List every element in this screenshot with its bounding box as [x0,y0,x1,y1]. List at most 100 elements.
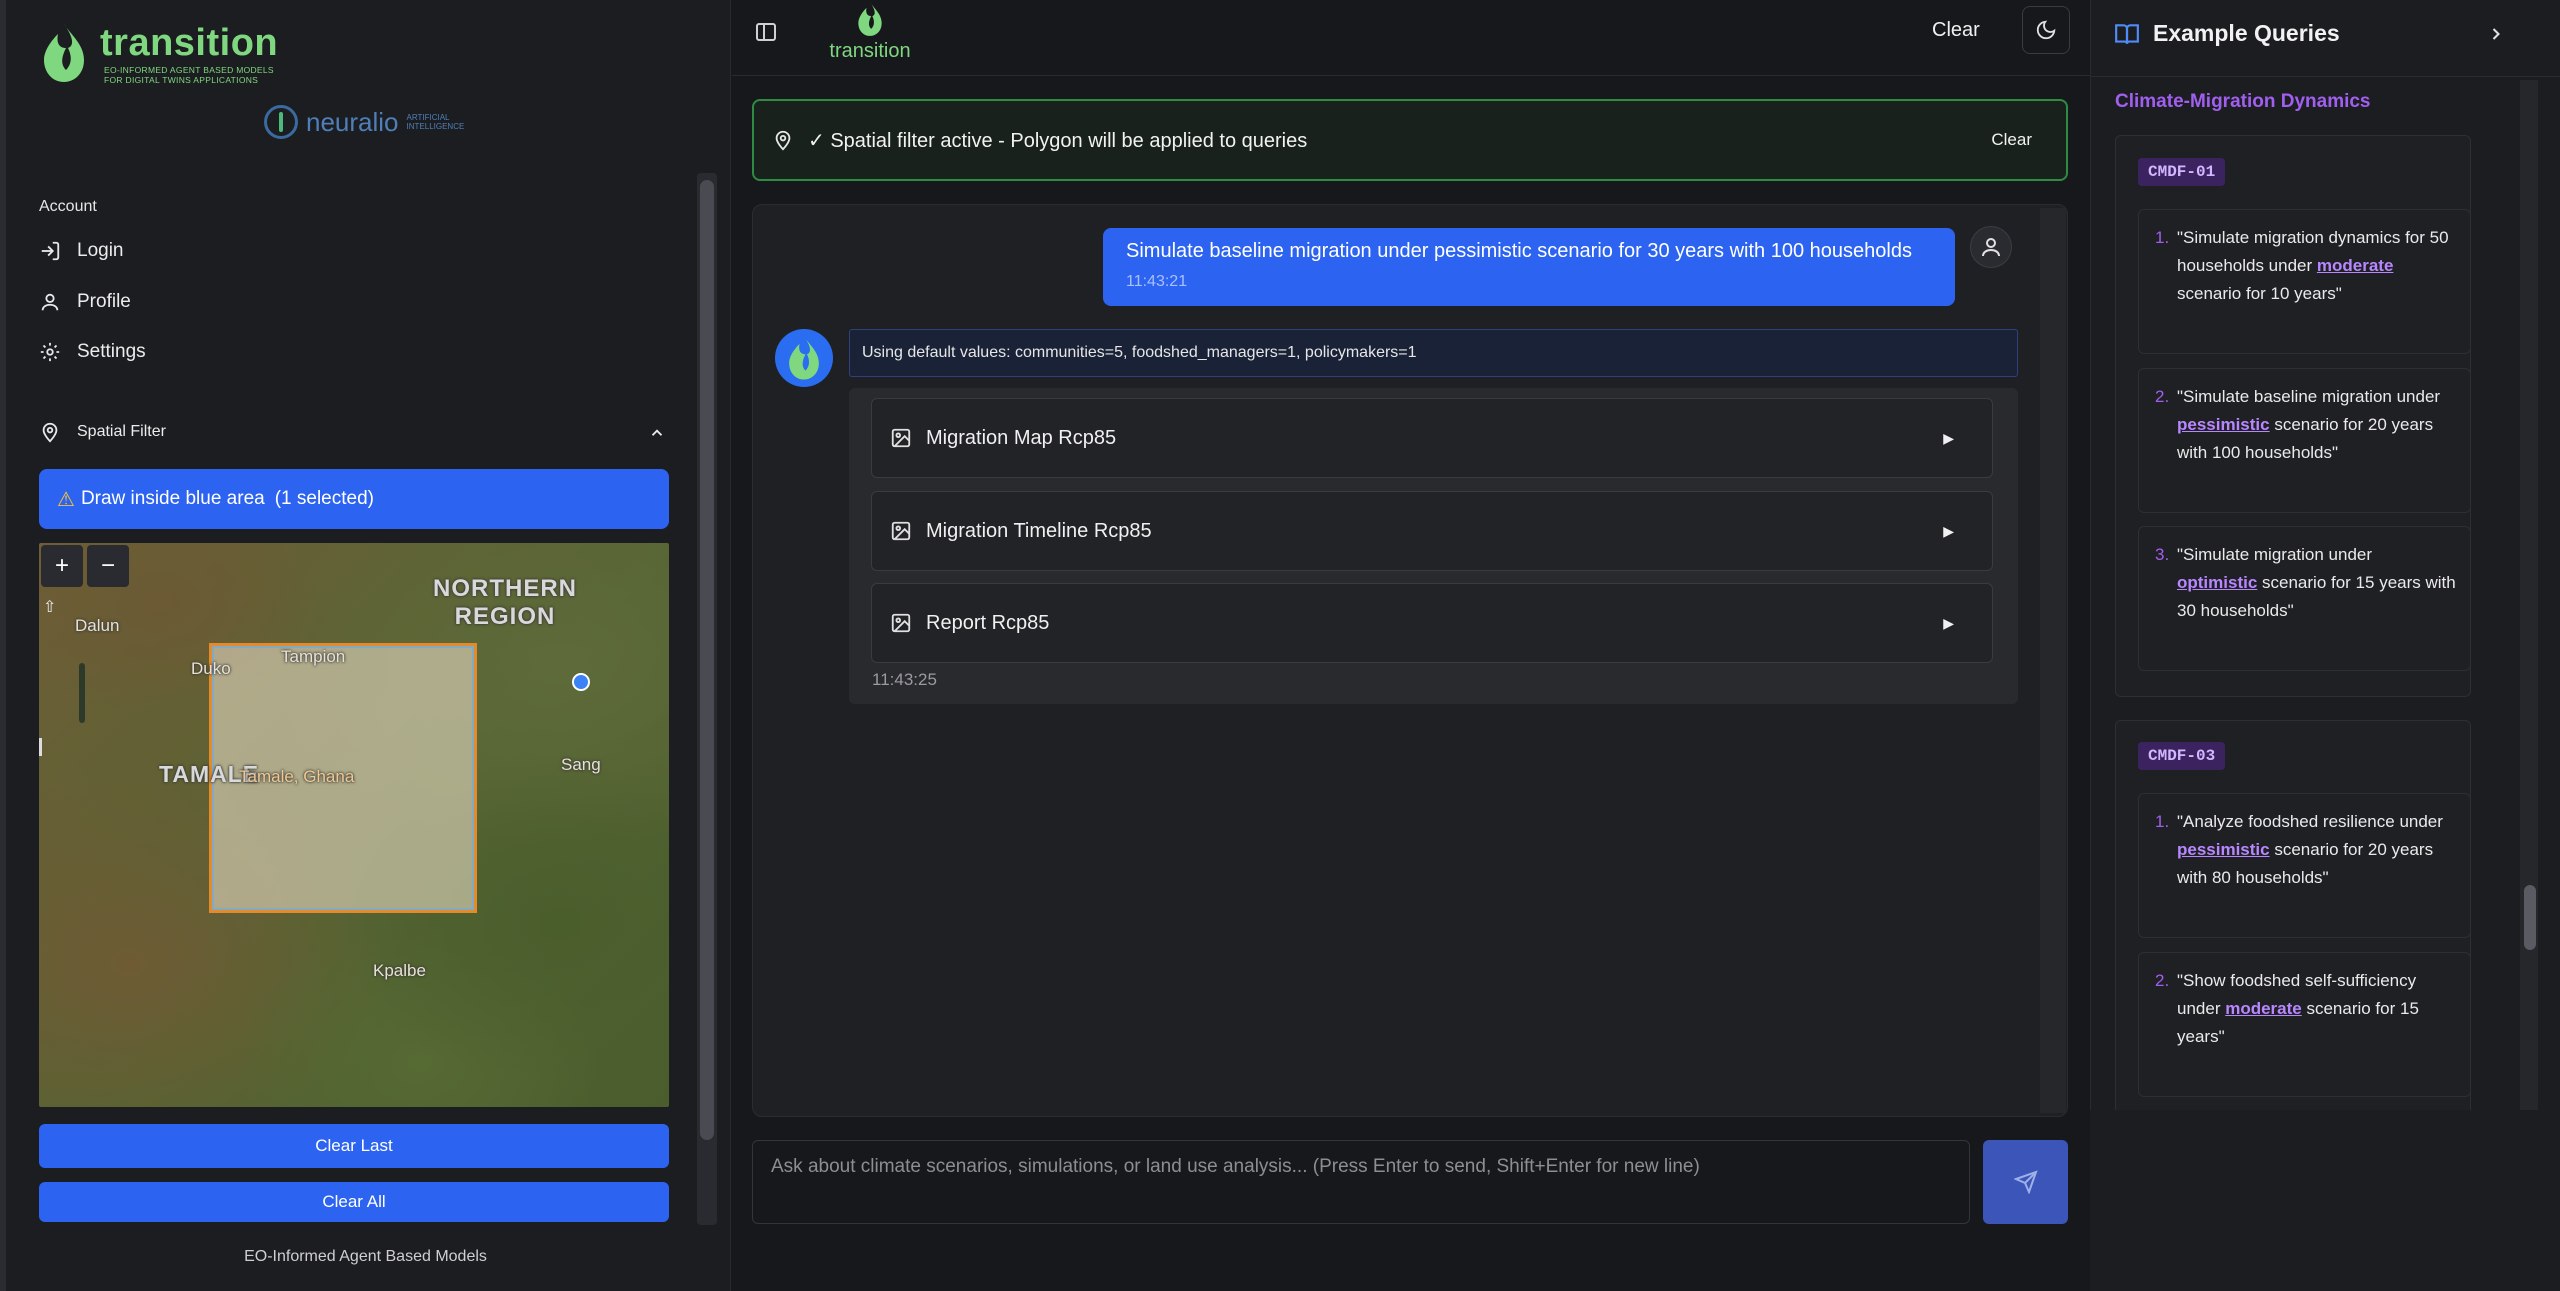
send-icon [2013,1170,2038,1194]
query-scenario: optimistic [2177,573,2258,592]
assistant-logo-icon [789,336,819,380]
example-query[interactable]: 2. "Show foodshed self-sufficiency under… [2138,952,2471,1097]
moon-icon [2036,20,2056,40]
query-text: scenario for 10 years" [2177,284,2342,303]
sidebar-scroll-thumb[interactable] [700,180,714,1140]
user-icon [1982,238,2000,257]
transition-logo-icon [44,24,84,82]
account-section-title: Account [39,198,97,215]
sidebar-item-label: Login [77,240,124,261]
result-migration-map[interactable]: Migration Map Rcp85 ▶ [871,398,1993,478]
user-message-text: Simulate baseline migration under pessim… [1126,240,1912,262]
partner-subtitle-line1: ARTIFICIAL [406,113,450,122]
zoom-controls: + − [41,545,129,587]
query-number: 3. [2155,545,2170,564]
query-scenario: pessimistic [2177,840,2270,859]
example-query[interactable]: 1. "Simulate migration dynamics for 50 h… [2138,209,2471,354]
top-bar [732,0,2090,76]
group-badge: CMDF-03 [2138,742,2226,770]
sidebar-item-label: Profile [77,291,131,312]
panel-bottom-fill [2090,1110,2520,1291]
result-label: Migration Timeline Rcp85 [926,519,1152,542]
header-logo: transition [820,0,920,66]
expand-icon: ▶ [1943,614,1954,631]
spatial-filter-header[interactable]: Spatial Filter [39,421,166,443]
sidebar-item-settings[interactable]: Settings [39,341,146,363]
header-logo-icon [858,2,882,36]
neuralio-logo: neuralio ARTIFICIAL INTELLIGENCE [264,105,464,139]
spatial-filter-map[interactable]: + − ⇧ NORTHERN REGION Dalun Tampion Duko… [39,543,669,1107]
chevron-up-icon[interactable] [648,424,666,442]
partner-name: neuralio [306,106,399,137]
clear-all-button[interactable]: Clear All [39,1182,669,1222]
brand-subtitle: EO-INFORMED AGENT BASED MODELS FOR DIGIT… [104,65,274,85]
query-scenario: pessimistic [2177,415,2270,434]
partner-subtitle: ARTIFICIAL INTELLIGENCE [407,113,465,131]
panel-scrollbar[interactable] [2520,80,2538,1110]
example-query[interactable]: 3. "Simulate migration under optimistic … [2138,526,2471,671]
selected-count: (1 selected) [274,488,374,509]
result-migration-timeline[interactable]: Migration Timeline Rcp85 ▶ [871,491,1993,571]
chat-input[interactable]: Ask about climate scenarios, simulations… [752,1140,1970,1224]
panel-divider [2090,76,2560,77]
clear-chat-button[interactable]: Clear [1932,19,1980,42]
image-icon [891,521,911,541]
warning-text: Draw inside blue area [80,488,265,509]
sidebar-item-profile[interactable]: Profile [39,291,131,313]
zoom-in-button[interactable]: + [41,545,83,587]
spatial-filter-status-text: ✓ Spatial filter active - Polygon will b… [808,129,1308,152]
map-label-duko: Duko [191,659,231,678]
assistant-avatar [775,329,833,387]
warning-icon: ⚠ [57,488,75,511]
query-text: "Simulate migration dynamics for 50 hous… [2177,228,2449,275]
sidebar-item-login[interactable]: Login [39,240,124,262]
map-label-line: NORTHERN [433,575,577,602]
chat-scrollbar[interactable] [2040,208,2066,1113]
image-icon [891,428,911,448]
result-report[interactable]: Report Rcp85 ▶ [871,583,1993,663]
spatial-filter-title: Spatial Filter [77,423,166,440]
user-message: Simulate baseline migration under pessim… [1103,228,1955,306]
book-icon [2115,24,2139,44]
gear-icon [40,342,60,362]
expand-icon: ▶ [1943,522,1954,539]
chevron-right-icon[interactable] [2486,24,2506,44]
image-icon [891,613,911,633]
clear-filter-button[interactable]: Clear [1991,130,2032,150]
group-badge: CMDF-01 [2138,158,2226,186]
map-pin-icon [42,422,58,443]
assistant-message-time: 11:43:25 [872,670,937,689]
map-label-kpalbe: Kpalbe [373,961,426,980]
map-edge-handle [39,738,42,756]
category-title: Climate-Migration Dynamics [2115,91,2371,112]
brand-subtitle-line1: EO-INFORMED AGENT BASED MODELS [104,65,274,75]
query-scenario: moderate [2316,256,2394,275]
query-number: 2. [2155,387,2170,406]
user-icon [41,293,59,311]
clear-last-button[interactable]: Clear Last [39,1124,669,1168]
example-query[interactable]: 1. "Analyze foodshed resilience under pe… [2138,793,2471,938]
send-button[interactable] [1983,1140,2068,1224]
theme-toggle-button[interactable] [2022,6,2070,54]
query-text: "Simulate migration under [2177,545,2373,564]
sidebar: transition EO-INFORMED AGENT BASED MODEL… [0,0,731,1291]
map-label-tamale-ghana: Tamale, Ghana [239,767,355,786]
sidebar-item-label: Settings [77,341,146,362]
map-label-tampion: Tampion [281,647,346,666]
partner-subtitle-line2: INTELLIGENCE [406,122,465,131]
panel-scroll-thumb[interactable] [2524,885,2536,950]
query-number: 1. [2155,812,2170,831]
pan-handle-icon[interactable]: ⇧ [43,597,56,617]
default-values-notice: Using default values: communities=5, foo… [849,329,2018,377]
example-query[interactable]: 2. "Simulate baseline migration under pe… [2138,368,2471,513]
zoom-out-button[interactable]: − [87,545,129,587]
river-shape [79,663,85,723]
location-marker[interactable] [572,673,590,691]
results-panel: Migration Map Rcp85 ▶ Migration Timeline… [849,388,2018,704]
map-label-northern-region: NORTHERN REGION [433,575,577,631]
header-logo-text: transition [829,40,911,62]
expand-icon: ▶ [1943,429,1954,446]
sidebar-toggle-icon[interactable] [754,20,778,44]
result-label: Report Rcp85 [926,611,1050,634]
map-label-dalun: Dalun [75,616,120,635]
